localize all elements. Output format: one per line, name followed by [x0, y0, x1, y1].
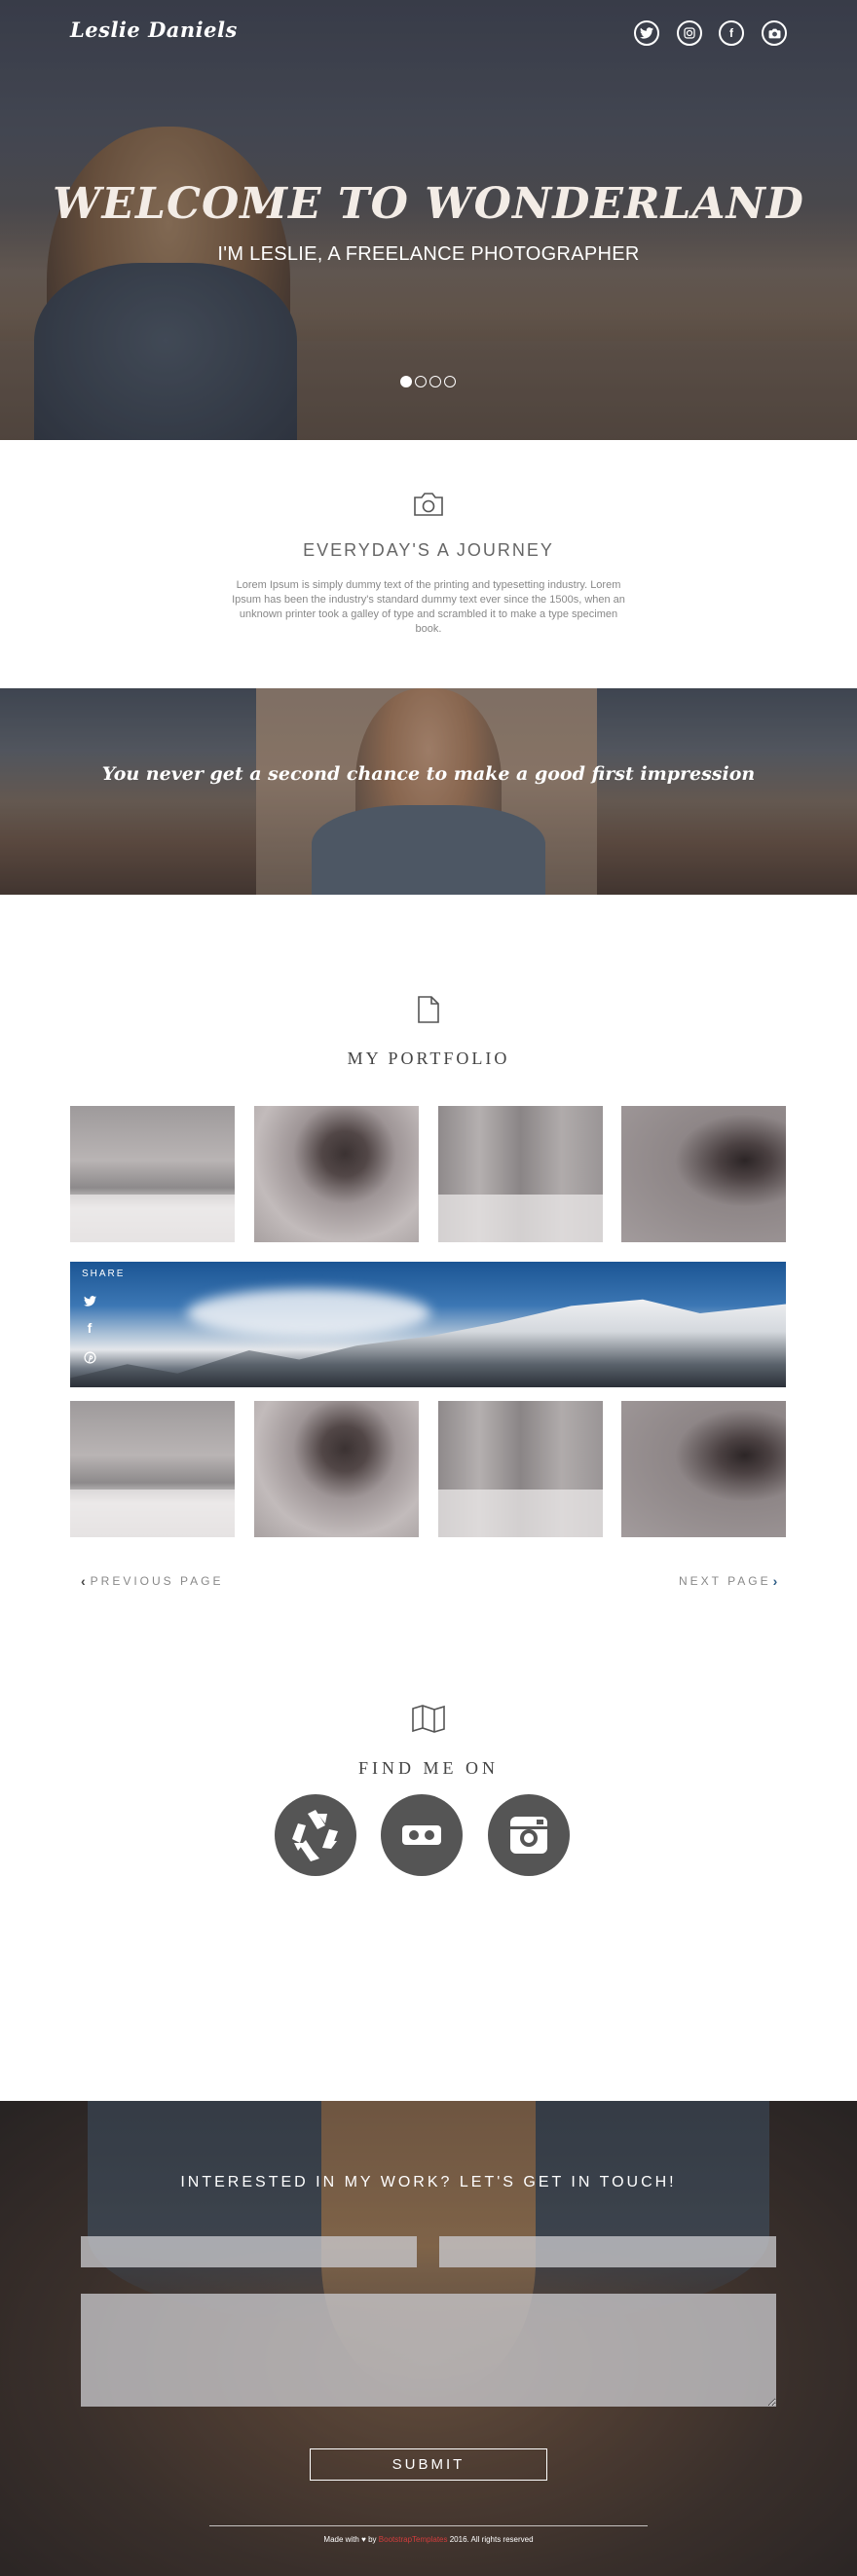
section-title: FIND ME ON: [357, 1758, 499, 1778]
camera-icon[interactable]: [762, 20, 787, 46]
email-field[interactable]: [439, 2236, 776, 2267]
portfolio-thumbnail[interactable]: [621, 1401, 786, 1537]
submit-button[interactable]: SUBMIT: [310, 2448, 547, 2481]
facebook-icon[interactable]: f: [82, 1320, 97, 1336]
site-logo[interactable]: Leslie Daniels: [70, 18, 238, 42]
quote-banner: [0, 688, 857, 895]
facebook-icon[interactable]: f: [719, 20, 744, 46]
next-page-link[interactable]: NEXT PAGE ›: [679, 1573, 780, 1589]
name-field[interactable]: [81, 2236, 417, 2267]
section-title: MY PORTFOLIO: [347, 1049, 510, 1068]
map-icon: [412, 1705, 445, 1733]
pinterest-icon[interactable]: [82, 1349, 97, 1365]
flickr-icon[interactable]: [381, 1794, 463, 1876]
instagram-icon[interactable]: [488, 1794, 570, 1876]
chevron-right-icon: ›: [772, 1573, 781, 1589]
portfolio-thumbnail[interactable]: [254, 1106, 419, 1242]
twitter-icon[interactable]: [82, 1293, 97, 1308]
camera-icon: [414, 493, 443, 516]
footer-text: Made with ♥ by BootstrapTemplates 2016. …: [323, 2535, 534, 2544]
document-icon: [418, 996, 439, 1023]
portfolio-feature-image[interactable]: [70, 1262, 786, 1387]
portfolio-thumbnail[interactable]: [438, 1401, 603, 1537]
previous-page-link[interactable]: ‹ PREVIOUS PAGE: [81, 1573, 223, 1589]
portfolio-thumbnail[interactable]: [70, 1401, 235, 1537]
portfolio-thumbnail[interactable]: [254, 1401, 419, 1537]
heart-icon: ♥: [361, 2535, 366, 2544]
portfolio-thumbnail[interactable]: [438, 1106, 603, 1242]
slider-dot[interactable]: [415, 376, 427, 387]
hero-subtitle: I'M LESLIE, A FREELANCE PHOTOGRAPHER: [217, 243, 640, 265]
slider-dot[interactable]: [400, 376, 412, 387]
quote-text: You never get a second chance to make a …: [101, 763, 756, 785]
twitter-icon[interactable]: [634, 20, 659, 46]
message-field[interactable]: [81, 2294, 776, 2407]
slider-dots: [400, 376, 456, 387]
section-text: Lorem Ipsum is simply dummy text of the …: [232, 579, 625, 635]
instagram-icon[interactable]: [677, 20, 702, 46]
footer-divider: [209, 2525, 648, 2526]
section-title: EVERYDAY'S A JOURNEY: [303, 540, 554, 560]
slider-dot[interactable]: [429, 376, 441, 387]
slider-dot[interactable]: [444, 376, 456, 387]
portfolio-thumbnail[interactable]: [621, 1106, 786, 1242]
contact-title: INTERESTED IN MY WORK? LET'S GET IN TOUC…: [180, 2174, 677, 2190]
footer-brand-link[interactable]: BootstrapTemplates: [379, 2535, 448, 2544]
share-label: SHARE: [82, 1269, 126, 1279]
chevron-left-icon: ‹: [81, 1573, 89, 1589]
recycle-icon[interactable]: [275, 1794, 356, 1876]
hero-title: WELCOME TO WONDERLAND: [53, 179, 804, 229]
portfolio-thumbnail[interactable]: [70, 1106, 235, 1242]
